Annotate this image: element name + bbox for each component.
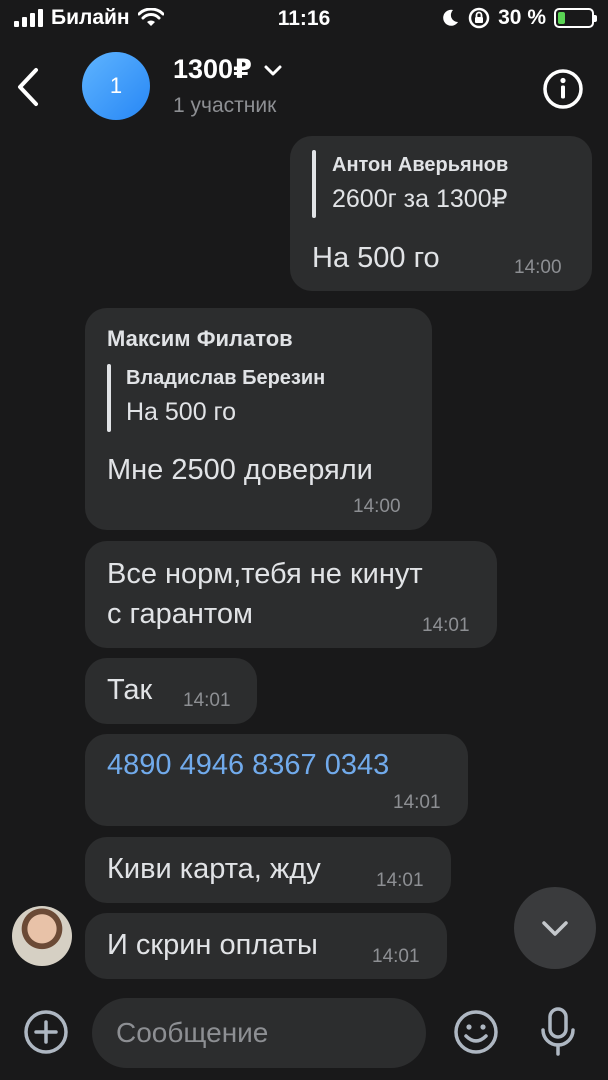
message-text-line: с гарантом bbox=[107, 598, 253, 630]
message-text: И скрин оплаты bbox=[107, 929, 318, 961]
battery-icon bbox=[554, 8, 597, 28]
reply-text: На 500 го bbox=[126, 398, 237, 426]
reply-author: Владислав Березин bbox=[126, 367, 326, 389]
message-input[interactable] bbox=[92, 998, 426, 1068]
message-text: Киви карта, жду bbox=[107, 853, 321, 885]
add-attachment-icon[interactable] bbox=[22, 1008, 70, 1056]
reply-author: Антон Аверьянов bbox=[332, 154, 509, 176]
message-bubble[interactable]: Все норм,тебя не кинут с гарантом 14:01 bbox=[85, 541, 497, 648]
card-number-link[interactable]: 4890 4946 8367 0343 bbox=[107, 749, 389, 782]
message-bubble[interactable]: Антон Аверьянов 2600г за 1300₽ На 500 го… bbox=[290, 136, 592, 291]
chat-avatar[interactable]: 1 bbox=[82, 52, 150, 120]
sender-avatar[interactable] bbox=[12, 906, 72, 966]
message-time: 14:00 bbox=[514, 257, 562, 278]
microphone-icon[interactable] bbox=[538, 1006, 578, 1058]
reply-quote-bar bbox=[107, 364, 111, 432]
message-text: На 500 го bbox=[312, 242, 440, 274]
message-time: 14:01 bbox=[376, 870, 424, 891]
battery-percent: 30 % bbox=[498, 6, 546, 29]
message-bubble[interactable]: И скрин оплаты 14:01 bbox=[85, 913, 447, 979]
chevron-down-icon bbox=[542, 921, 568, 936]
chat-header: 1 1300₽ 1 участник bbox=[0, 40, 608, 136]
message-text-line: Все норм,тебя не кинут bbox=[107, 558, 423, 590]
scroll-down-button[interactable] bbox=[514, 887, 596, 969]
message-bubble[interactable]: Максим Филатов Владислав Березин На 500 … bbox=[85, 308, 432, 530]
message-time: 14:00 bbox=[353, 496, 401, 517]
message-composer bbox=[0, 990, 608, 1080]
back-arrow-icon[interactable] bbox=[10, 62, 50, 112]
emoji-icon[interactable] bbox=[452, 1008, 500, 1056]
message-time: 14:01 bbox=[372, 946, 420, 967]
chat-members-count: 1 участник bbox=[173, 94, 277, 117]
reply-text: 2600г за 1300₽ bbox=[332, 185, 508, 213]
message-text: Мне 2500 доверяли bbox=[107, 454, 373, 486]
rotation-lock-icon bbox=[468, 7, 490, 29]
message-text: Так bbox=[107, 674, 153, 706]
message-time: 14:01 bbox=[393, 792, 441, 813]
status-bar: Билайн 11:16 30 % bbox=[0, 0, 608, 40]
chat-avatar-text: 1 bbox=[109, 73, 123, 98]
message-bubble[interactable]: Киви карта, жду 14:01 bbox=[85, 837, 451, 903]
reply-quote-bar bbox=[312, 150, 316, 218]
message-bubble[interactable]: 4890 4946 8367 0343 14:01 bbox=[85, 734, 468, 826]
sender-name: Максим Филатов bbox=[107, 326, 293, 351]
chevron-down-icon bbox=[264, 65, 282, 75]
chat-title[interactable]: 1300₽ bbox=[173, 54, 284, 85]
moon-icon bbox=[443, 9, 459, 26]
message-time: 14:01 bbox=[183, 690, 231, 711]
message-bubble[interactable]: Так 14:01 bbox=[85, 658, 257, 724]
chat-title-text: 1300₽ bbox=[173, 54, 252, 84]
message-time: 14:01 bbox=[422, 615, 470, 636]
info-icon[interactable] bbox=[542, 68, 584, 110]
